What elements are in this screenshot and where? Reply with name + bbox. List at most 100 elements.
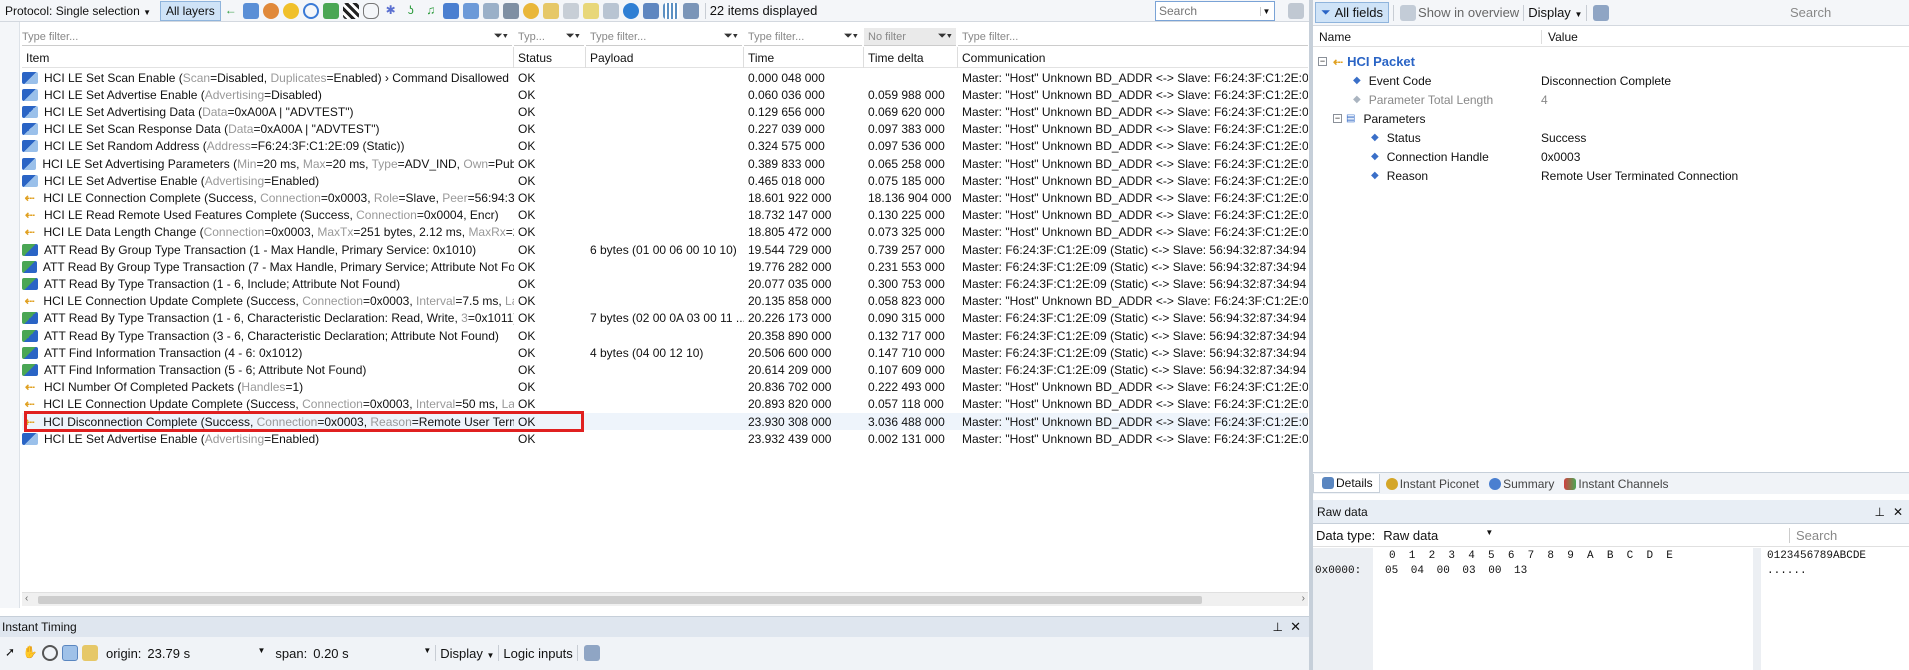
close-icon[interactable]: ✕: [1893, 505, 1903, 519]
ascii-bytes[interactable]: ......: [1767, 565, 1807, 577]
filter-icon[interactable]: ⏷▾: [566, 30, 580, 43]
table-row[interactable]: +HCI LE Set Advertising Parameters (Min=…: [22, 155, 1308, 172]
table-row[interactable]: +HCI LE Set Scan Response Data (Data=0xA…: [22, 121, 1308, 138]
origin-input[interactable]: 23.79 s ▼: [147, 646, 265, 661]
collapse-icon[interactable]: −: [1318, 57, 1327, 66]
pin-icon[interactable]: ⊥: [1273, 620, 1283, 634]
table-row[interactable]: +HCI LE Set Scan Enable (Scan=Disabled, …: [22, 69, 1308, 86]
table-row[interactable]: ⇠ HCI Disconnection Complete (Success, Co…: [22, 411, 1308, 433]
search-box[interactable]: ▼: [1155, 1, 1275, 21]
table-row[interactable]: +HCI LE Set Advertise Enable (Advertisin…: [22, 172, 1308, 189]
tab-instant-channels[interactable]: Instant Channels: [1558, 475, 1672, 493]
book-icon[interactable]: [562, 2, 579, 19]
details-col-name[interactable]: Name: [1319, 30, 1351, 44]
details-display-dropdown[interactable]: Display ▼: [1528, 5, 1582, 20]
export-icon[interactable]: [1593, 4, 1610, 21]
detail-field[interactable]: ◆ Parameter Total Length 4: [1353, 90, 1909, 109]
display-dropdown[interactable]: Display ▼: [440, 646, 494, 661]
table-row[interactable]: +ATT Read By Group Type Transaction (1 -…: [22, 241, 1308, 258]
detail-field[interactable]: ◆ Connection Handle 0x0003: [1371, 147, 1909, 166]
table-row[interactable]: +ATT Read By Type Transaction (3 - 6, Ch…: [22, 327, 1308, 344]
horizontal-scrollbar[interactable]: ‹ ›: [22, 592, 1308, 606]
filter-icon[interactable]: ⏷▾: [844, 30, 858, 43]
details-search[interactable]: Search: [1790, 5, 1831, 20]
scroll-left-icon[interactable]: ‹: [25, 593, 28, 604]
mouse-icon[interactable]: [362, 2, 379, 19]
tab-summary[interactable]: Summary: [1483, 475, 1558, 493]
table-row[interactable]: ⇠ HCI LE Read Remote Used Features Comple…: [22, 207, 1308, 224]
detail-field[interactable]: ◆ Event Code Disconnection Complete: [1353, 71, 1909, 90]
arrow-left-icon[interactable]: ←: [223, 3, 239, 19]
radio-icon[interactable]: [442, 2, 459, 19]
marker-icon[interactable]: [82, 645, 98, 661]
globe-icon[interactable]: [622, 2, 639, 19]
grid-icon[interactable]: [662, 2, 679, 19]
table-row[interactable]: +ATT Read By Type Transaction (1 - 6, Ch…: [22, 310, 1308, 327]
collapse-icon[interactable]: −: [1333, 114, 1342, 123]
window-icon[interactable]: [602, 2, 619, 19]
filter-icon[interactable]: ⏷▾: [938, 30, 952, 43]
packet-node[interactable]: − ⇠ HCI Packet: [1318, 52, 1415, 71]
table-row[interactable]: ⇠ HCI LE Data Length Change (Connection=0…: [22, 224, 1308, 241]
hex-bytes[interactable]: 05 04 00 03 00 13: [1385, 565, 1527, 577]
music-icon[interactable]: ♫: [423, 3, 439, 19]
filter-delta[interactable]: No filter ⏷▾: [864, 28, 956, 46]
disk-icon[interactable]: [502, 2, 519, 19]
col-delta[interactable]: Time delta: [864, 47, 958, 68]
filter-time[interactable]: Type filter... ⏷▾: [744, 28, 862, 46]
data-type-select[interactable]: Raw data ▼: [1383, 528, 1493, 543]
table-row[interactable]: ⇠ HCI LE Connection Update Complete (Succ…: [22, 293, 1308, 310]
scroll-right-icon[interactable]: ›: [1302, 593, 1305, 604]
span-input[interactable]: 0.20 s ▼: [313, 646, 431, 661]
filter-icon[interactable]: ⏷▾: [494, 30, 508, 43]
protocol-dropdown[interactable]: Protocol: Single selection ▼: [0, 1, 156, 21]
pointer-icon[interactable]: ➚: [2, 645, 18, 661]
chevron-down-icon[interactable]: ▼: [1260, 6, 1272, 16]
table-row[interactable]: +HCI LE Set Random Address (Address=F6:2…: [22, 138, 1308, 155]
scrollbar-thumb[interactable]: [38, 596, 1202, 604]
col-time[interactable]: Time: [744, 47, 864, 68]
folder-icon[interactable]: [542, 2, 559, 19]
copy-icon[interactable]: [482, 2, 499, 19]
col-payload[interactable]: Payload: [586, 47, 744, 68]
table-row[interactable]: +ATT Find Information Transaction (5 - 6…: [22, 361, 1308, 378]
note-icon[interactable]: [582, 2, 599, 19]
all-layers-button[interactable]: All layers: [160, 0, 221, 21]
search-icon[interactable]: [302, 2, 319, 19]
tree-icon[interactable]: [682, 2, 699, 19]
chevron-down-icon[interactable]: ▼: [423, 646, 431, 661]
filter-item[interactable]: Type filter... ⏷▾: [22, 28, 512, 46]
tab-details[interactable]: Details: [1313, 474, 1380, 493]
star-icon[interactable]: ✱: [383, 3, 399, 19]
hook-icon[interactable]: ʖ: [403, 3, 419, 19]
filter-payload[interactable]: Type filter... ⏷▾: [586, 28, 742, 46]
go-icon[interactable]: [322, 2, 339, 19]
detail-field[interactable]: ◆ Reason Remote User Terminated Connection: [1371, 166, 1909, 185]
export-icon[interactable]: [583, 645, 600, 661]
show-overview-button[interactable]: Show in overview: [1398, 4, 1519, 21]
logic-inputs-button[interactable]: Logic inputs: [503, 646, 572, 661]
filter-icon[interactable]: ⏷▾: [724, 30, 738, 43]
pin-icon[interactable]: ⊥: [1875, 505, 1885, 519]
table-row[interactable]: +ATT Read By Group Type Transaction (7 -…: [22, 258, 1308, 275]
details-col-value[interactable]: Value: [1541, 29, 1578, 44]
table-row[interactable]: +ATT Read By Type Transaction (1 - 6, In…: [22, 275, 1308, 292]
detail-field[interactable]: − ▤ Parameters: [1333, 109, 1909, 128]
pencil-icon[interactable]: [242, 2, 259, 19]
table-row[interactable]: +HCI LE Set Advertising Data (Data=0xA00…: [22, 103, 1308, 120]
bulb-icon[interactable]: [282, 2, 299, 19]
col-item[interactable]: Item: [22, 47, 514, 68]
col-comm[interactable]: Communication: [958, 47, 1308, 68]
bar-icon[interactable]: [62, 645, 78, 661]
table-row[interactable]: +HCI LE Set Advertise Enable (Advertisin…: [22, 430, 1308, 447]
tools-icon[interactable]: [262, 2, 279, 19]
zoom-icon[interactable]: [42, 645, 58, 661]
pin-icon[interactable]: [1288, 3, 1304, 19]
col-status[interactable]: Status: [514, 47, 586, 68]
flag-icon[interactable]: [342, 2, 359, 19]
chevron-down-icon[interactable]: ▼: [258, 646, 266, 661]
all-fields-button[interactable]: ⏷ All fields: [1315, 2, 1390, 23]
card-icon[interactable]: [462, 2, 479, 19]
table-row[interactable]: ⇠ HCI LE Connection Complete (Success, Co…: [22, 189, 1308, 206]
detail-field[interactable]: ◆ Status Success: [1371, 128, 1909, 147]
